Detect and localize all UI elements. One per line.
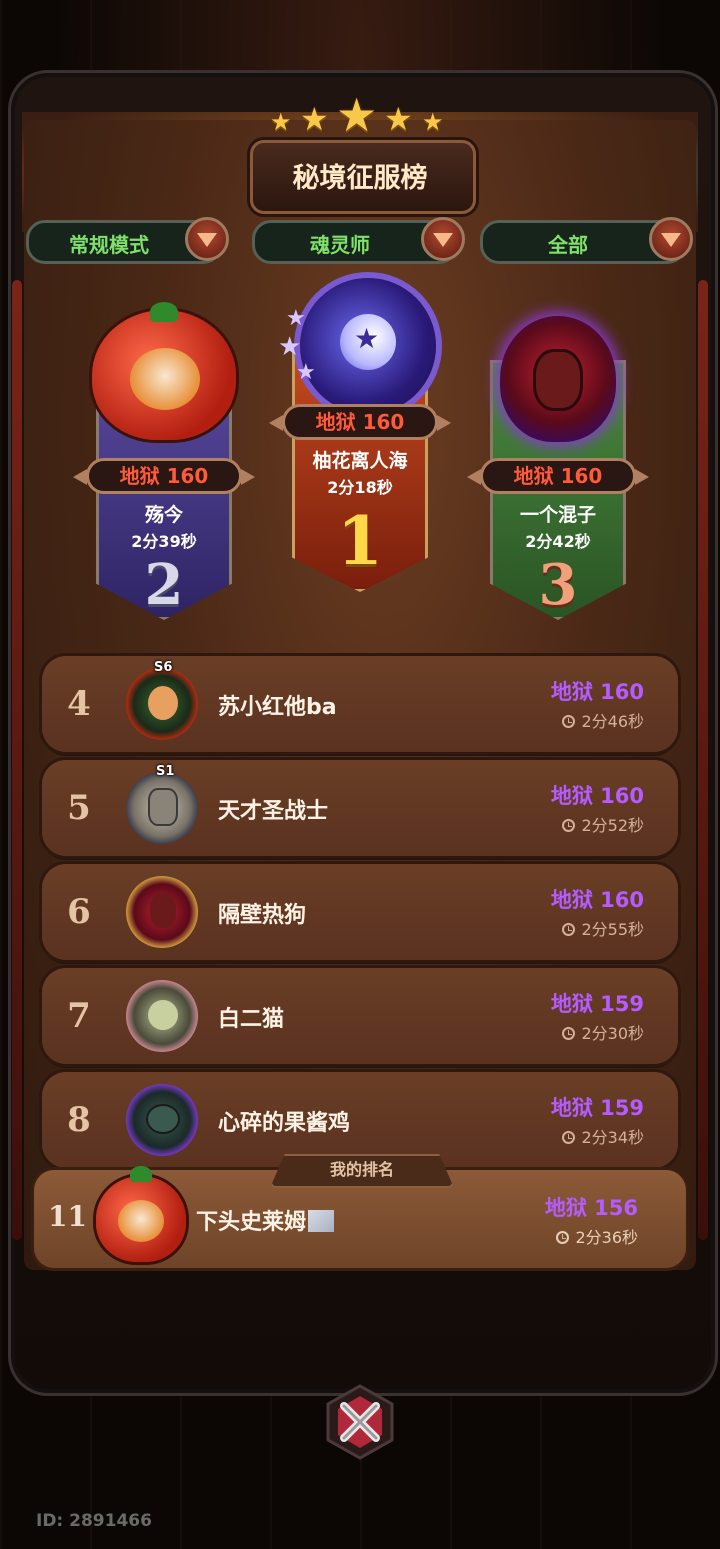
my-score: 地狱 156 xyxy=(544,1196,638,1220)
row-score: 地狱 160 xyxy=(550,680,644,704)
row-score: 地狱 159 xyxy=(550,992,644,1016)
row-time: 2分30秒 xyxy=(562,1020,644,1044)
clock-icon xyxy=(562,1027,576,1040)
star-icon: ★ xyxy=(270,108,292,136)
podium-second[interactable]: 地狱 160 殇今 2分39秒 2 xyxy=(73,300,255,630)
podium-first[interactable]: ★ ★ ★ ★ 地狱 160 柚花离人海 2分18秒 1 xyxy=(269,276,451,596)
season-badge: S6 xyxy=(154,660,173,675)
close-button[interactable] xyxy=(322,1384,398,1460)
leaderboard-row[interactable]: 4 S6 苏小红他ba 地狱 160 2分46秒 xyxy=(42,656,678,752)
star-icon: ★ xyxy=(300,100,329,138)
row-rank: 4 xyxy=(67,684,91,724)
filter-class-dropdown[interactable]: 魂灵师 xyxy=(252,217,465,264)
left-rail xyxy=(12,280,22,1240)
row-player-name: 苏小红他ba xyxy=(218,695,337,720)
avatar xyxy=(96,1166,186,1262)
row-rank: 8 xyxy=(67,1100,91,1140)
avatar xyxy=(500,316,616,442)
podium-score: 地狱 160 xyxy=(73,458,255,494)
podium-rank: 3 xyxy=(538,552,578,618)
row-score: 地狱 160 xyxy=(550,784,644,808)
season-badge: S1 xyxy=(156,764,175,779)
row-player-name: 天才圣战士 xyxy=(218,799,329,824)
podium-score: 地狱 160 xyxy=(467,458,649,494)
podium-score: 地狱 160 xyxy=(269,404,451,440)
filter-mode-dropdown[interactable]: 常规模式 xyxy=(26,217,229,264)
podium-name: 一个混子 xyxy=(519,504,596,526)
leaderboard-row[interactable]: 8 心碎的果酱鸡 地狱 159 2分34秒 xyxy=(42,1072,678,1168)
podium-time: 2分42秒 xyxy=(525,532,591,551)
avatar xyxy=(126,772,198,844)
clock-icon xyxy=(556,1231,570,1244)
page-title: 秘境征服榜 xyxy=(292,163,428,194)
right-rail xyxy=(698,280,708,1240)
row-player-name: 心碎的果酱鸡 xyxy=(218,1111,351,1136)
avatar: ★ xyxy=(300,278,436,414)
podium-name: 柚花离人海 xyxy=(312,450,408,472)
avatar xyxy=(126,876,198,948)
row-player-name: 隔壁热狗 xyxy=(218,903,307,928)
clock-icon xyxy=(562,1131,576,1144)
dropdown-arrow-icon[interactable] xyxy=(185,217,229,261)
leaderboard-row[interactable]: 7 白二猫 地狱 159 2分30秒 xyxy=(42,968,678,1064)
avatar xyxy=(92,302,236,440)
podium-third[interactable]: 地狱 160 一个混子 2分42秒 3 xyxy=(467,310,649,630)
podium-time: 2分39秒 xyxy=(131,532,197,551)
star-icon: ★ xyxy=(422,108,444,136)
podium-rank: 1 xyxy=(337,502,383,580)
star-icon: ★ xyxy=(278,332,302,362)
title-plate: 秘境征服榜 xyxy=(250,140,476,214)
clock-icon xyxy=(562,819,576,832)
my-rank-number: 11 xyxy=(48,1200,87,1233)
star-icon: ★ xyxy=(286,306,306,331)
dropdown-arrow-icon[interactable] xyxy=(421,217,465,261)
star-icon: ★ xyxy=(354,322,380,355)
leaderboard-row[interactable]: 5 S1 天才圣战士 地狱 160 2分52秒 xyxy=(42,760,678,856)
row-rank: 7 xyxy=(67,996,91,1036)
podium-time: 2分18秒 xyxy=(327,478,393,497)
row-rank: 6 xyxy=(67,892,91,932)
avatar xyxy=(126,1084,198,1156)
row-time: 2分34秒 xyxy=(562,1124,644,1148)
user-id: ID: 2891466 xyxy=(36,1511,152,1531)
row-score: 地狱 160 xyxy=(550,888,644,912)
star-icon: ★ xyxy=(296,360,316,385)
row-time: 2分52秒 xyxy=(562,812,644,836)
row-time: 2分55秒 xyxy=(562,916,644,940)
star-icon: ★ xyxy=(336,88,378,142)
close-x-icon xyxy=(326,1384,394,1460)
podium-name: 殇今 xyxy=(144,504,183,526)
star-icon: ★ xyxy=(384,100,413,138)
row-time: 2分46秒 xyxy=(562,708,644,732)
filter-scope-dropdown[interactable]: 全部 xyxy=(480,217,693,264)
row-rank: 5 xyxy=(67,788,91,828)
avatar xyxy=(126,980,198,1052)
dropdown-arrow-icon[interactable] xyxy=(649,217,693,261)
podium-rank: 2 xyxy=(144,552,184,618)
title-badge-icon xyxy=(308,1210,335,1232)
my-time: 2分36秒 xyxy=(556,1224,638,1248)
row-player-name: 白二猫 xyxy=(218,1007,285,1032)
my-rank-label: 我的排名 xyxy=(270,1154,454,1188)
row-score: 地狱 159 xyxy=(550,1096,644,1120)
clock-icon xyxy=(562,923,576,936)
star-rating: ★ ★ ★ ★ ★ xyxy=(266,88,456,142)
clock-icon xyxy=(562,715,576,728)
avatar xyxy=(126,668,198,740)
leaderboard-row[interactable]: 6 隔壁热狗 地狱 160 2分55秒 xyxy=(42,864,678,960)
my-player-name: 下头史莱姆 xyxy=(196,1204,335,1236)
